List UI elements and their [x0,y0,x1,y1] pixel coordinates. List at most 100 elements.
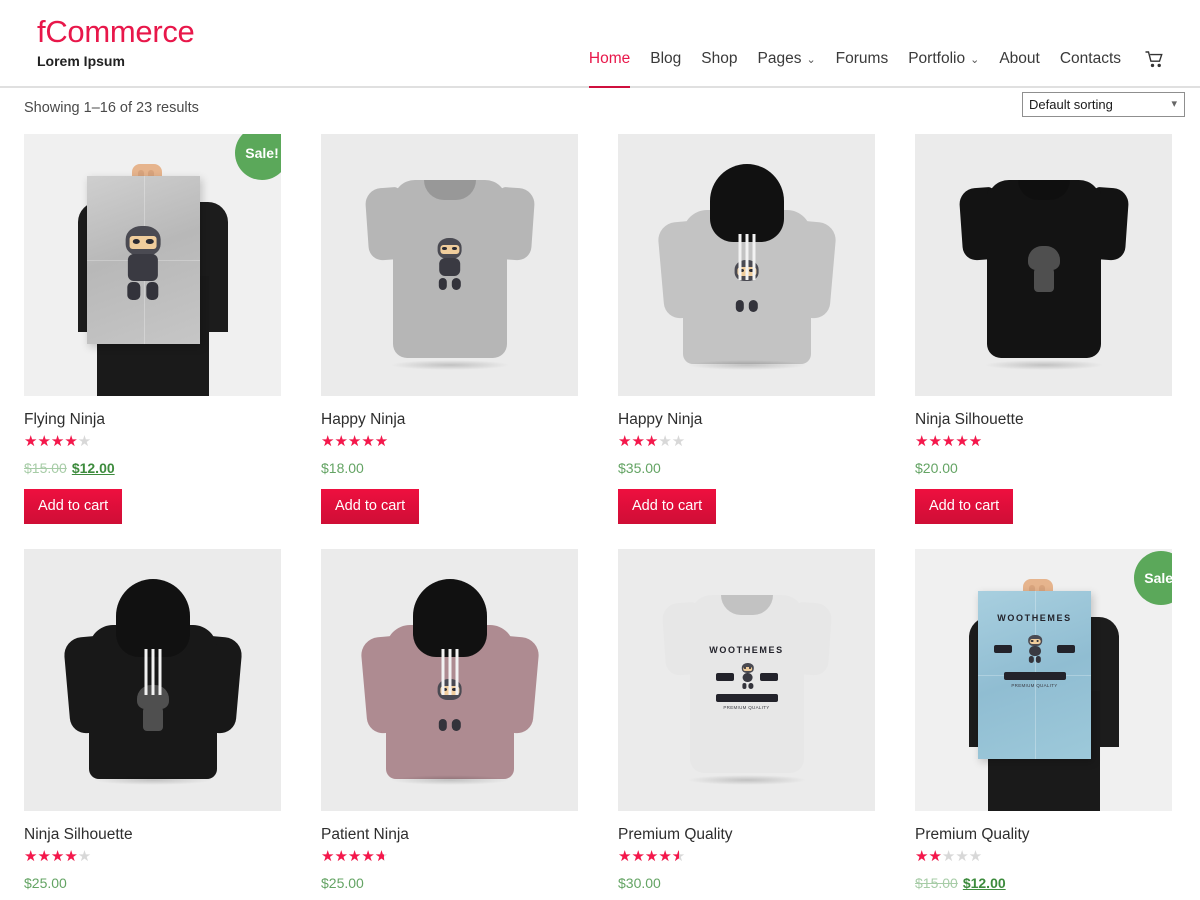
rating-stars-filled: ★★★★★ [24,433,78,450]
ninja-mascot-icon [1024,635,1046,663]
product-image[interactable] [915,134,1172,396]
hoodie-dark-art [24,549,281,811]
rating-stars-filled: ★★★★★ [618,848,679,865]
add-to-cart-button[interactable]: Add to cart [915,489,1014,524]
site-header: fCommerce Lorem Ipsum Home Blog Shop Pag… [0,0,1200,88]
nav-item-shop[interactable]: Shop [691,44,747,74]
chevron-down-icon: ⌄ [806,54,816,66]
product-image[interactable]: WOOTHEMES PREMIUM QUALITY [618,549,875,811]
old-price: $15.00 [915,875,958,891]
nav-item-label: Portfolio [908,50,966,67]
result-count: Showing 1–16 of 23 results [24,100,199,116]
product-image[interactable] [24,549,281,811]
product-grid: Sale! Flying Ninja ★★★★★ ★★★★★ $15.00$12… [24,134,1200,900]
product-price: $15.00 $12.00 [24,459,281,477]
shopping-cart-icon[interactable] [1131,50,1170,68]
product-image[interactable] [618,134,875,396]
product-price: $35.00 [618,459,875,477]
current-price: $20.00 [915,460,958,476]
rating-stars-filled: ★★★★★ [618,433,659,450]
tshirt-grey-art [321,134,578,396]
nav-item-home[interactable]: Home [579,44,640,88]
nav-item-blog[interactable]: Blog [640,44,691,74]
ninja-silhouette-icon [1024,246,1064,292]
product-price: $30.00 [618,874,875,892]
nav-item-label: About [999,50,1040,67]
current-price: $12.00 [962,875,1006,891]
chevron-down-icon: ⌄ [970,54,980,66]
nav-item-about[interactable]: About [989,44,1050,74]
tshirt-white-woothemes-art: WOOTHEMES PREMIUM QUALITY [618,549,875,811]
product-card: Happy Ninja ★★★★★ ★★★★★ $35.00 Add to ca… [618,134,875,524]
product-card: WOOTHEMES PREMIUM QUALITY Sale! Premium [915,549,1172,900]
current-price: $35.00 [618,460,661,476]
shopping-cart-glyph [1145,50,1163,67]
product-price: $15.00 $12.00 [915,874,1172,892]
nav-item-label: Pages [757,50,802,67]
product-card: Sale! Flying Ninja ★★★★★ ★★★★★ $15.00$12… [24,134,281,524]
nav-item-forums[interactable]: Forums [826,44,899,74]
rating-stars-filled: ★★★★★ [24,848,78,865]
product-image[interactable] [321,549,578,811]
current-price: $12.00 [71,460,115,476]
brand[interactable]: fCommerce Lorem Ipsum [37,14,195,70]
product-title[interactable]: Premium Quality [618,825,875,845]
ninja-mascot-icon [738,663,758,689]
product-card: Happy Ninja ★★★★★ ★★★★★ $18.00 Add to ca… [321,134,578,524]
rating-stars-filled: ★★★★★ [321,433,389,450]
product-title[interactable]: Ninja Silhouette [24,825,281,845]
product-image[interactable] [321,134,578,396]
rating-stars: ★★★★★ ★★★★★ [915,433,982,451]
shop-toolbar: Showing 1–16 of 23 results Default sorti… [0,88,1200,134]
rating-stars: ★★★★★ ★★★★★ [24,848,91,866]
rating-stars: ★★★★★ ★★★★★ [321,433,388,451]
main-navigation: Home Blog Shop Pages ⌄ Forums Portfolio … [579,44,1170,88]
old-price: $15.00 [24,460,67,476]
nav-item-label: Home [588,50,631,67]
product-card: Patient Ninja ★★★★★ ★★★★★ $25.00 Add to … [321,549,578,900]
current-price: $30.00 [618,875,661,891]
nav-item-label: Blog [650,50,682,67]
rating-stars-filled: ★★★★★ [915,848,942,865]
add-to-cart-button[interactable]: Add to cart [321,489,420,524]
nav-item-contacts[interactable]: Contacts [1050,44,1131,74]
product-title[interactable]: Premium Quality [915,825,1172,845]
tshirt-black-art [915,134,1172,396]
nav-item-pages[interactable]: Pages ⌄ [748,44,826,74]
product-card: WOOTHEMES PREMIUM QUALITY Premium Qualit… [618,549,875,900]
ninja-mascot-icon [430,238,470,290]
add-to-cart-button[interactable]: Add to cart [618,489,717,524]
product-title[interactable]: Happy Ninja [618,410,875,430]
product-title[interactable]: Ninja Silhouette [915,410,1172,430]
product-image[interactable]: Sale! [24,134,281,396]
product-title[interactable]: Patient Ninja [321,825,578,845]
nav-item-label: Contacts [1059,50,1121,67]
rating-stars: ★★★★★ ★★★★★ [321,848,388,866]
product-price: $20.00 [915,459,1172,477]
rating-stars: ★★★★★ ★★★★★ [618,433,685,451]
add-to-cart-button[interactable]: Add to cart [24,489,123,524]
nav-item-portfolio[interactable]: Portfolio ⌄ [898,44,989,74]
product-image[interactable]: WOOTHEMES PREMIUM QUALITY Sale! [915,549,1172,811]
sorting-dropdown[interactable]: Default sorting Sort by popularity Sort … [1022,92,1185,117]
rating-stars: ★★★★★ ★★★★★ [618,848,685,866]
woothemes-print: WOOTHEMES [709,645,784,655]
product-price: $25.00 [321,874,578,892]
product-price: $18.00 [321,459,578,477]
product-price: $25.00 [24,874,281,892]
nav-item-label: Shop [701,50,738,67]
sorting-select[interactable]: Default sorting Sort by popularity Sort … [1022,92,1185,117]
rating-stars-filled: ★★★★★ [915,433,983,450]
product-card: Ninja Silhouette ★★★★★ ★★★★★ $25.00 Add … [24,549,281,900]
hoodie-grey-art [618,134,875,396]
poster-blue-art: WOOTHEMES PREMIUM QUALITY [915,549,1172,811]
current-price: $18.00 [321,460,364,476]
current-price: $25.00 [24,875,67,891]
product-title[interactable]: Happy Ninja [321,410,578,430]
rating-stars: ★★★★★ ★★★★★ [24,433,91,451]
current-price: $25.00 [321,875,364,891]
nav-item-label: Forums [835,50,889,67]
poster-grey-art [24,134,281,396]
product-title[interactable]: Flying Ninja [24,410,281,430]
ninja-mascot-icon [115,226,171,300]
